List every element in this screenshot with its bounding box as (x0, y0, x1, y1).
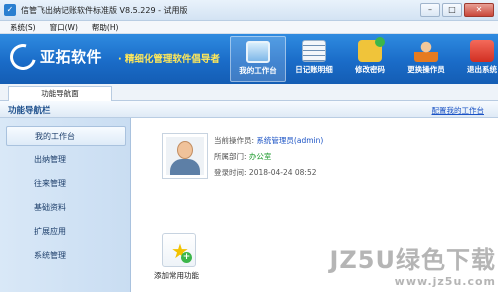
operator-label: 当前操作员: (214, 136, 255, 145)
minimize-button[interactable]: – (420, 3, 440, 17)
department-row: 所属部门: 办公室 (214, 151, 271, 162)
add-shortcut-label: 添加常用功能 (154, 271, 199, 280)
logo-icon (5, 39, 41, 75)
menu-bar: 系统(S) 窗口(W) 帮助(H) (0, 21, 498, 34)
configure-workbench-link[interactable]: 配置我的工作台 (432, 105, 485, 116)
login-time-label: 登录时间: (214, 168, 247, 177)
nav-label: 修改密码 (355, 65, 385, 74)
nav-label: 我的工作台 (239, 66, 277, 75)
menu-system[interactable]: 系统(S) (10, 21, 36, 33)
login-time-value: 2018-04-24 08:52 (248, 168, 317, 177)
user-avatar-icon (166, 137, 204, 175)
nav-ledger-details[interactable]: 日记账明细 (286, 36, 342, 82)
menu-help[interactable]: 帮助(H) (92, 21, 119, 33)
title-bar: ✓ 信管飞出纳记账软件标准版 V8.5.229 - 试用版 – □ ✕ (0, 0, 498, 21)
avatar-head (177, 141, 193, 159)
nav-switch-operator[interactable]: 更换操作员 (398, 36, 454, 82)
close-button[interactable]: ✕ (464, 3, 494, 17)
section-title: 功能导航栏 (8, 106, 51, 116)
watermark: JZ5U绿色下载 www.jz5u.com (329, 240, 496, 288)
sidebar-item-system[interactable]: 系统管理 (6, 246, 126, 266)
watermark-line2: www.jz5u.com (394, 275, 496, 288)
nav-label: 日记账明细 (295, 65, 333, 74)
power-icon (470, 40, 494, 62)
main-nav: 我的工作台 日记账明细 修改密码 更换操作员 退出系统 (230, 36, 498, 82)
nav-exit-system[interactable]: 退出系统 (454, 36, 498, 82)
monitor-icon (246, 41, 270, 63)
ledger-icon (302, 40, 326, 62)
operator-value: 系统管理员(admin) (256, 136, 324, 145)
plus-icon: + (181, 252, 192, 263)
nav-label: 退出系统 (467, 65, 497, 74)
department-label: 所属部门: (214, 152, 247, 161)
sidebar-item-extensions[interactable]: 扩展应用 (6, 222, 126, 242)
section-header: 功能导航栏 配置我的工作台 (0, 101, 498, 118)
avatar-body (170, 159, 200, 175)
brand-slogan: · 精细化管理软件倡导者 (118, 54, 220, 65)
tab-strip: 功能导航面 (0, 84, 498, 101)
login-time-row: 登录时间: 2018-04-24 08:52 (214, 167, 317, 178)
maximize-button[interactable]: □ (442, 3, 462, 17)
tab-function-navigation[interactable]: 功能导航面 (8, 86, 112, 101)
sidebar-item-cashier[interactable]: 出纳管理 (6, 150, 126, 170)
watermark-line1: JZ5U绿色下载 (329, 246, 496, 274)
operator-row: 当前操作员: 系统管理员(admin) (214, 135, 323, 146)
department-value: 办公室 (248, 152, 272, 161)
nav-my-workbench[interactable]: 我的工作台 (230, 36, 286, 82)
sidebar-item-basic-data[interactable]: 基础资料 (6, 198, 126, 218)
sidebar-item-my-workbench[interactable]: 我的工作台 (6, 126, 126, 146)
menu-window[interactable]: 窗口(W) (50, 21, 78, 33)
avatar (162, 133, 208, 179)
user-switch-icon (414, 40, 438, 62)
sidebar: 我的工作台 出纳管理 往来管理 基础资料 扩展应用 系统管理 (0, 118, 131, 292)
window-title: 信管飞出纳记账软件标准版 V8.5.229 - 试用版 (21, 6, 188, 15)
window-controls: – □ ✕ (420, 3, 494, 17)
brand-name: 亚拓软件 (40, 48, 103, 66)
header-banner: 亚拓软件 · 精细化管理软件倡导者 我的工作台 日记账明细 修改密码 更换操作员… (0, 34, 498, 84)
sidebar-item-accounts[interactable]: 往来管理 (6, 174, 126, 194)
nav-change-password[interactable]: 修改密码 (342, 36, 398, 82)
add-shortcut-button[interactable]: ★ + (162, 233, 196, 267)
lock-icon (358, 37, 385, 62)
app-icon: ✓ (4, 4, 16, 16)
nav-label: 更换操作员 (407, 65, 445, 74)
